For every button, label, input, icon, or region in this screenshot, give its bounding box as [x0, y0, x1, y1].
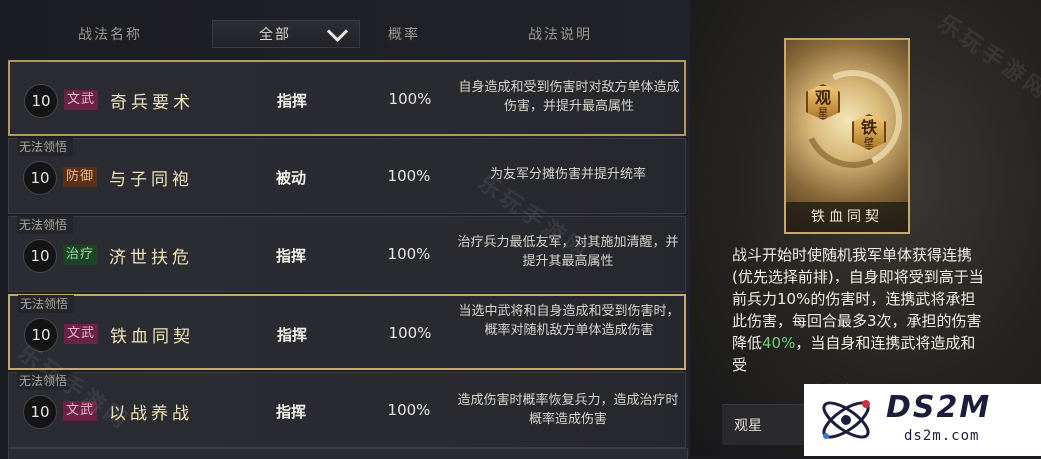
category-filter-dropdown[interactable]: 全部: [212, 20, 360, 48]
skill-type: 指挥: [276, 92, 307, 110]
skill-name: 济世扶危: [109, 248, 193, 268]
skill-description: 造成伤害时概率恢复兵力，造成治疗时概率造成伤害: [457, 393, 679, 427]
skill-name: 奇兵要术: [110, 93, 194, 113]
skill-level: 10: [23, 161, 57, 195]
skill-type: 指挥: [275, 403, 306, 421]
cannot-learn-label: 无法领悟: [17, 138, 74, 156]
cannot-learn-label: 无法领悟: [17, 216, 74, 234]
swirl-art: [790, 56, 916, 182]
skill-level: 10: [24, 318, 58, 352]
skill-row-yuzi[interactable]: 无法领悟 10 防御 与子同袍 被动 100% 为友军分摊伤害并提升统率: [8, 138, 686, 214]
logo-text: DS2M: [886, 390, 992, 425]
skill-row-tiexue[interactable]: 无法领悟 10 文武 铁血同契 指挥 100% 当选中武将和自身造成和受到伤害时…: [8, 294, 686, 370]
skill-row-yizhan[interactable]: 无法领悟 10 文武 以战养战 指挥 100% 造成伤害时概率恢复兵力，造成治疗…: [8, 372, 686, 448]
skill-rate: 100%: [387, 401, 431, 419]
skill-tag: 文武: [64, 324, 99, 344]
skill-tag: 防御: [63, 167, 98, 187]
skill-tag: 文武: [64, 90, 99, 110]
skill-name: 铁血同契: [110, 327, 194, 347]
skill-rate: 100%: [388, 324, 432, 342]
skill-level: 10: [23, 395, 57, 429]
logo-url: ds2m.com: [904, 428, 980, 444]
skill-description: 治疗兵力最低友军，对其施加清醒，并提升其最高属性: [457, 235, 679, 269]
chevron-down-icon: [326, 20, 349, 43]
skill-row-qibing[interactable]: 10 文武 奇兵要术 指挥 100% 自身造成和受到伤害时对敌方单体造成伤害，并…: [8, 60, 686, 136]
header-skill-name: 战法名称: [78, 27, 142, 43]
skill-detail-text: 战斗开始时使随机我军单体获得连携(优先选择前排)，自身即将受到高于当前兵力10%…: [732, 244, 984, 374]
skill-card: 观 星 铁 壁 铁血同契: [784, 38, 916, 234]
skill-description: 当选中武将和自身造成和受到伤害时，概率对随机敌方单体造成伤害: [458, 304, 680, 338]
skill-level: 10: [23, 239, 57, 273]
cannot-learn-label: 无法领悟: [17, 372, 74, 390]
skill-type: 指挥: [276, 326, 307, 344]
skill-tag: 文武: [63, 401, 98, 421]
header-rate: 概率: [388, 27, 420, 43]
skill-tag: 治疗: [63, 245, 98, 265]
skill-description: 为友军分摊伤害并提升统率: [489, 167, 646, 182]
skill-rate: 100%: [388, 90, 432, 108]
skill-level: 10: [24, 84, 58, 118]
skill-row-jishi[interactable]: 无法领悟 10 治疗 济世扶危 指挥 100% 治疗兵力最低友军，对其施加清醒，…: [8, 216, 686, 292]
skill-rate: 100%: [387, 245, 431, 263]
detail-highlight: 40%: [762, 334, 796, 352]
skill-name: 与子同袍: [109, 170, 193, 190]
list-header: 战法名称 全部 概率 战法说明: [8, 18, 686, 52]
card-title: 铁血同契: [786, 202, 908, 232]
ds2m-logo: DS2M ds2m.com: [804, 384, 1041, 456]
atom-icon: [822, 400, 870, 439]
condition-item-guanxing[interactable]: 观星: [722, 404, 812, 445]
skill-rate: 100%: [387, 167, 431, 185]
condition-label: 观星: [734, 418, 762, 434]
header-description: 战法说明: [528, 27, 592, 43]
skill-type: 被动: [275, 169, 306, 187]
skill-description: 自身造成和受到伤害时对敌方单体造成伤害，并提升最高属性: [458, 80, 680, 114]
cannot-learn-label: 无法领悟: [18, 295, 75, 313]
skill-row-partial[interactable]: [8, 448, 688, 459]
skill-name: 以战养战: [109, 404, 193, 424]
skill-type: 指挥: [275, 247, 306, 265]
filter-value: 全部: [259, 27, 291, 43]
